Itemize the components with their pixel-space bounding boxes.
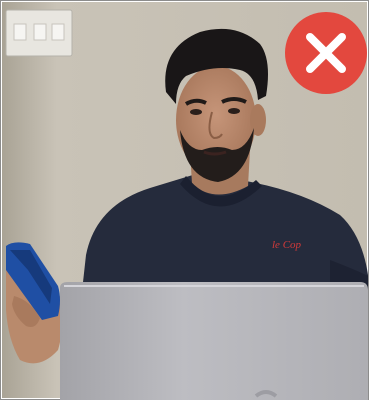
laptop <box>60 282 368 400</box>
photo: le Cop <box>0 0 369 400</box>
switch-2 <box>33 23 47 41</box>
right-eye <box>228 108 240 114</box>
shirt-logo: le Cop <box>272 239 302 251</box>
switch-3 <box>51 23 65 41</box>
left-eye <box>190 109 202 115</box>
ear <box>250 104 266 136</box>
switch-1 <box>13 23 27 41</box>
photo-frame: le Cop <box>0 0 369 400</box>
